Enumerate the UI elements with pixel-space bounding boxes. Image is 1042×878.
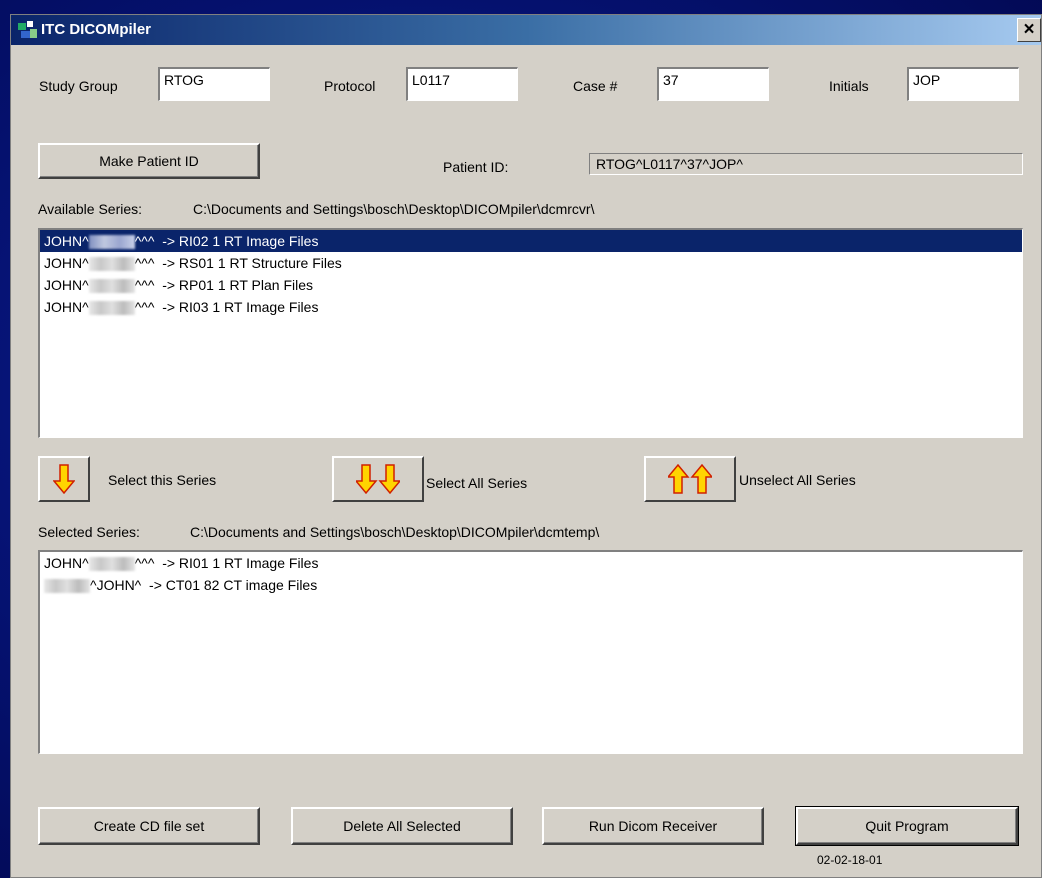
quit-program-button[interactable]: Quit Program <box>795 806 1019 846</box>
list-item[interactable]: JOHN^ ^^^ -> RI01 1 RT Image Files <box>40 552 1022 574</box>
available-series-list[interactable]: JOHN^ ^^^ -> RI02 1 RT Image Files JOHN^ ^… <box>38 228 1023 438</box>
case-label: Case # <box>573 78 618 94</box>
protocol-label: Protocol <box>324 78 376 94</box>
selected-series-list[interactable]: JOHN^ ^^^ -> RI01 1 RT Image Files ^JOHN^… <box>38 550 1023 754</box>
redacted-name <box>88 557 135 572</box>
close-button[interactable]: × <box>1017 18 1041 42</box>
unselect-all-label: Unselect All Series <box>739 472 856 488</box>
double-down-arrow-icon <box>356 464 400 494</box>
redacted-name <box>88 257 135 272</box>
create-cd-button[interactable]: Create CD file set <box>38 807 260 845</box>
make-patient-id-button[interactable]: Make Patient ID <box>38 143 260 179</box>
select-series-label: Select this Series <box>108 472 217 488</box>
list-item[interactable]: JOHN^ ^^^ -> RI02 1 RT Image Files <box>40 230 1022 252</box>
run-receiver-label: Run Dicom Receiver <box>588 818 718 834</box>
protocol-field[interactable]: L0117 <box>406 67 518 101</box>
window-title: ITC DICOMpiler <box>41 21 152 38</box>
list-item[interactable]: JOHN^ ^^^ -> RI03 1 RT Image Files <box>40 296 1022 318</box>
make-patient-id-label: Make Patient ID <box>99 153 199 169</box>
study-group-field[interactable]: RTOG <box>158 67 270 101</box>
initials-field[interactable]: JOP <box>907 67 1019 101</box>
list-item[interactable]: ^JOHN^ -> CT01 82 CT image Files <box>40 574 1022 596</box>
version-text: 02-02-18-01 <box>817 853 883 867</box>
delete-all-label: Delete All Selected <box>343 818 461 834</box>
patient-id-field: RTOG^L0117^37^JOP^ <box>589 153 1023 175</box>
case-field[interactable]: 37 <box>657 67 769 101</box>
double-up-arrow-icon <box>668 464 712 494</box>
title-bar[interactable]: ITC DICOMpiler × <box>11 15 1041 45</box>
redacted-name <box>88 235 135 250</box>
selected-series-path: C:\Documents and Settings\bosch\Desktop\… <box>190 524 600 540</box>
select-all-button[interactable] <box>332 456 424 502</box>
run-receiver-button[interactable]: Run Dicom Receiver <box>542 807 764 845</box>
select-series-button[interactable] <box>38 456 90 502</box>
list-item[interactable]: JOHN^ ^^^ -> RS01 1 RT Structure Files <box>40 252 1022 274</box>
select-all-label: Select All Series <box>426 475 528 491</box>
unselect-all-button[interactable] <box>644 456 736 502</box>
redacted-name <box>88 301 135 316</box>
app-icon <box>18 21 37 38</box>
quit-program-label: Quit Program <box>865 818 949 834</box>
delete-all-button[interactable]: Delete All Selected <box>291 807 513 845</box>
list-item[interactable]: JOHN^ ^^^ -> RP01 1 RT Plan Files <box>40 274 1022 296</box>
down-arrow-icon <box>53 464 75 494</box>
patient-id-label: Patient ID: <box>443 159 509 175</box>
dicompiler-window: ITC DICOMpiler × Study Group RTOG Protoc… <box>10 14 1042 878</box>
selected-series-label: Selected Series: <box>38 524 140 540</box>
redacted-name <box>88 279 135 294</box>
study-group-label: Study Group <box>39 78 118 94</box>
initials-label: Initials <box>829 78 869 94</box>
available-series-path: C:\Documents and Settings\bosch\Desktop\… <box>193 201 595 217</box>
redacted-name <box>44 579 90 594</box>
available-series-label: Available Series: <box>38 201 143 217</box>
create-cd-label: Create CD file set <box>93 818 205 834</box>
